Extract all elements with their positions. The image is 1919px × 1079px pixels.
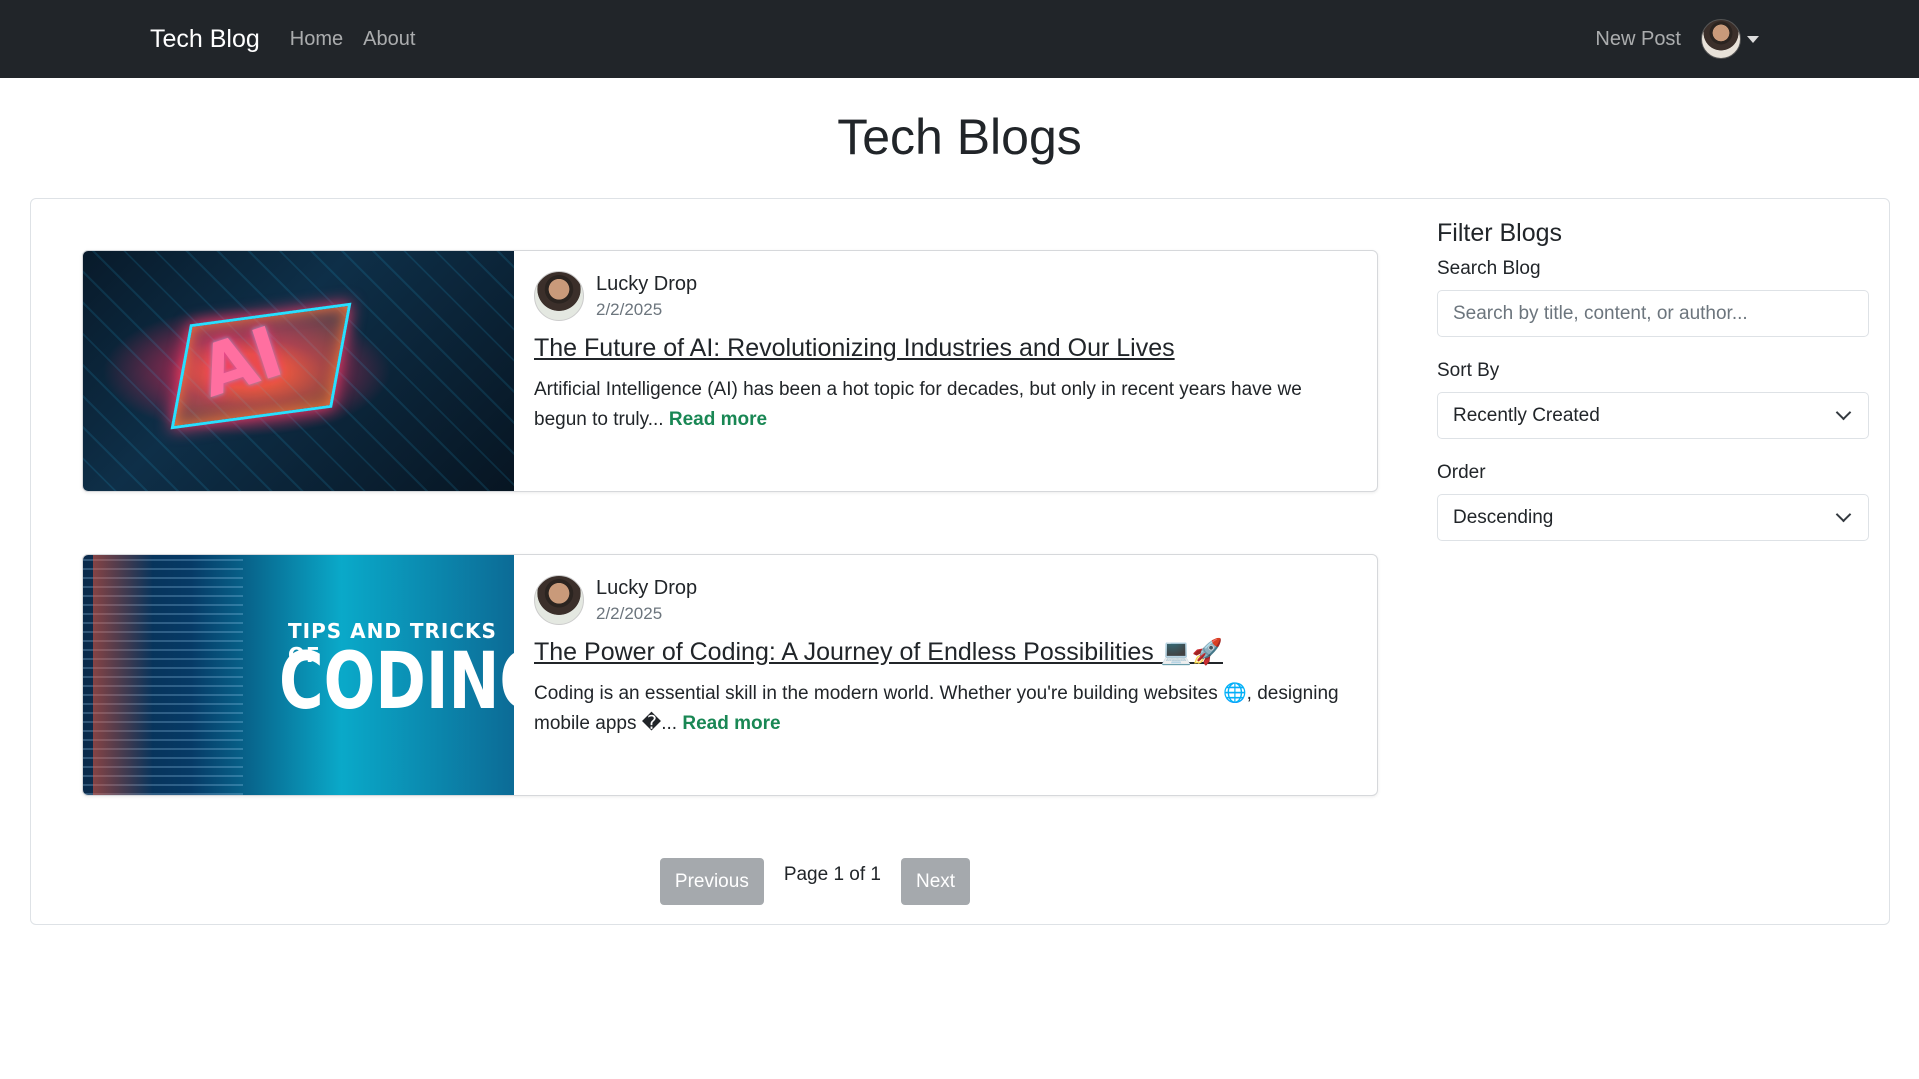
post-card: AI Lucky Drop 2/2/2025 The Future of AI:…	[82, 250, 1378, 492]
filter-sidebar: Filter Blogs Search Blog Sort By Recentl…	[1437, 219, 1869, 564]
caret-down-icon	[1747, 35, 1759, 43]
nav-left: Tech Blog Home About	[150, 25, 435, 54]
post-excerpt: Artificial Intelligence (AI) has been a …	[534, 375, 1357, 435]
pagination: Previous Page 1 of 1 Next	[31, 858, 1889, 905]
order-select[interactable]: Descending	[1437, 494, 1869, 541]
author-row: Lucky Drop 2/2/2025	[534, 575, 1357, 625]
post-date: 2/2/2025	[596, 603, 663, 623]
post-date: 2/2/2025	[596, 299, 663, 319]
post-thumbnail[interactable]: AI	[83, 251, 514, 491]
nav-right: New Post	[1595, 19, 1759, 59]
order-select-value: Descending	[1453, 506, 1554, 528]
brand-link[interactable]: Tech Blog	[150, 25, 260, 54]
post-thumbnail[interactable]: TIPS AND TRICKS OF CODING	[83, 555, 514, 795]
post-title-link[interactable]: The Future of AI: Revolutionizing Indust…	[534, 334, 1357, 363]
nav-link-about[interactable]: About	[363, 28, 415, 51]
author-meta: Lucky Drop 2/2/2025	[596, 577, 697, 624]
top-navbar: Tech Blog Home About New Post	[0, 0, 1919, 78]
author-avatar	[534, 575, 584, 625]
excerpt-text: Artificial Intelligence (AI) has been a …	[534, 379, 1302, 430]
next-button[interactable]: Next	[901, 858, 971, 905]
post-title-link[interactable]: The Power of Coding: A Journey of Endles…	[534, 638, 1357, 667]
sort-select-value: Recently Created	[1453, 404, 1600, 426]
post-body: Lucky Drop 2/2/2025 The Power of Coding:…	[514, 555, 1377, 795]
search-input[interactable]	[1437, 290, 1869, 337]
chevron-down-icon	[1835, 404, 1852, 421]
new-post-link[interactable]: New Post	[1595, 28, 1681, 51]
post-card: TIPS AND TRICKS OF CODING Lucky Drop 2/2…	[82, 554, 1378, 796]
read-more-link[interactable]: Read more	[682, 713, 780, 734]
excerpt-text: Coding is an essential skill in the mode…	[534, 683, 1339, 734]
post-body: Lucky Drop 2/2/2025 The Future of AI: Re…	[514, 251, 1377, 491]
search-label: Search Blog	[1437, 258, 1541, 279]
order-label: Order	[1437, 462, 1486, 483]
author-name: Lucky Drop	[596, 272, 698, 295]
author-row: Lucky Drop 2/2/2025	[534, 271, 1357, 321]
user-menu-toggle[interactable]	[1701, 19, 1759, 59]
blog-container: AI Lucky Drop 2/2/2025 The Future of AI:…	[30, 198, 1890, 925]
user-avatar	[1701, 19, 1741, 59]
page-title: Tech Blogs	[837, 109, 1082, 165]
thumbnail-text: CODING	[279, 637, 514, 727]
read-more-link[interactable]: Read more	[669, 409, 767, 430]
author-meta: Lucky Drop 2/2/2025	[596, 273, 697, 320]
author-name: Lucky Drop	[596, 576, 698, 599]
author-avatar	[534, 271, 584, 321]
nav-link-home[interactable]: Home	[290, 28, 343, 51]
previous-button[interactable]: Previous	[659, 858, 764, 905]
filter-heading: Filter Blogs	[1437, 219, 1563, 247]
glow-graphic	[93, 555, 153, 795]
sort-select[interactable]: Recently Created	[1437, 392, 1869, 439]
page-indicator: Page 1 of 1	[783, 863, 882, 885]
sort-label: Sort By	[1437, 360, 1500, 381]
chevron-down-icon	[1835, 506, 1852, 523]
post-excerpt: Coding is an essential skill in the mode…	[534, 679, 1357, 739]
